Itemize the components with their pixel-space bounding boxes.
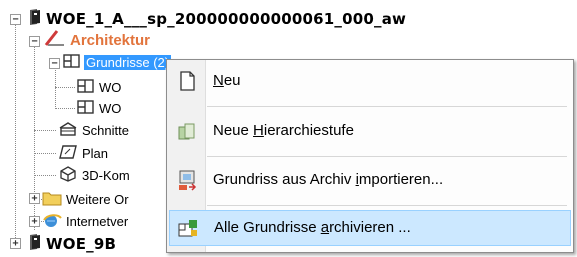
- plan-sheet-icon: [58, 144, 78, 164]
- tree-item-root2[interactable]: WOE_9B: [28, 234, 116, 254]
- menu-item-label: Neue Hierarchiestufe: [213, 122, 354, 139]
- blank-page-icon: [176, 70, 198, 92]
- tree-item-grundriss-1[interactable]: WO: [77, 78, 121, 97]
- project-icon: [28, 233, 42, 255]
- cube-icon: [58, 165, 78, 186]
- tree-item-label: Schnitte: [82, 123, 129, 138]
- menu-item-grundriss-importieren[interactable]: Grundriss aus Archiv importieren...: [169, 163, 571, 197]
- hierarchy-level-icon: [176, 120, 198, 142]
- tree-item-label: WOE_9B: [46, 235, 117, 253]
- floorplan-icon: [77, 78, 95, 98]
- menu-separator: [207, 156, 567, 157]
- tree-line: [34, 153, 56, 154]
- tree-item-label: 3D-Kom: [82, 168, 130, 183]
- tree-item-weitere-ordner[interactable]: Weitere Or: [42, 190, 129, 209]
- context-menu: Neu Neue Hierarchiestufe Grundriss aus A…: [166, 59, 574, 253]
- tree-line: [34, 175, 56, 176]
- menu-item-neu[interactable]: Neu: [169, 64, 571, 98]
- collapse-root-toggle[interactable]: −: [10, 14, 21, 25]
- section-icon: [58, 121, 78, 141]
- tree-item-internet[interactable]: Internetver: [42, 212, 128, 231]
- menu-item-label: Grundriss aus Archiv importieren...: [213, 171, 444, 188]
- collapse-architektur-toggle[interactable]: −: [29, 36, 40, 47]
- pencil-ruler-icon: [44, 29, 66, 51]
- tree-item-grundriss-2[interactable]: WO: [77, 99, 121, 118]
- tree-line: [55, 87, 75, 88]
- floorplan-icon: [77, 99, 95, 119]
- tree-item-label: Architektur: [70, 31, 151, 49]
- tree-item-schnitte[interactable]: Schnitte: [58, 121, 129, 140]
- menu-item-neue-hierarchiestufe[interactable]: Neue Hierarchiestufe: [169, 114, 571, 148]
- tree-item-plan[interactable]: Plan: [58, 144, 108, 163]
- tree-item-label: Plan: [82, 146, 109, 161]
- tree-item-root[interactable]: WOE_1_A___sp_200000000000061_000_aw: [28, 9, 406, 29]
- menu-item-label: Alle Grundrisse archivieren ...: [214, 219, 411, 236]
- tree-item-label: WOE_1_A___sp_200000000000061_000_aw: [46, 10, 407, 28]
- tree-item-3d-kommentar[interactable]: 3D-Kom: [58, 165, 130, 186]
- internet-globe-icon: [42, 212, 62, 232]
- floorplan-icon: [63, 53, 81, 73]
- tree-line: [55, 108, 75, 109]
- tree-line: [34, 130, 56, 131]
- tree-item-label: Weitere Or: [66, 192, 129, 207]
- expand-root2-toggle[interactable]: +: [10, 238, 21, 249]
- tree-item-architektur[interactable]: Architektur: [44, 30, 150, 50]
- archive-all-icon: [177, 217, 199, 239]
- expand-weitere-toggle[interactable]: +: [29, 193, 40, 204]
- collapse-grundrisse-toggle[interactable]: −: [49, 58, 60, 69]
- expand-internet-toggle[interactable]: +: [29, 216, 40, 227]
- menu-separator: [207, 106, 567, 107]
- tree-item-label: Grundrisse (2): [84, 55, 172, 70]
- tree-item-grundrisse[interactable]: Grundrisse (2): [63, 53, 172, 73]
- tree-line: [15, 20, 16, 244]
- tree-item-label: WO: [99, 80, 122, 95]
- menu-item-alle-grundrisse-archivieren[interactable]: Alle Grundrisse archivieren ...: [169, 210, 571, 246]
- folder-icon: [42, 190, 62, 210]
- menu-separator: [207, 205, 567, 206]
- menu-item-label: Neu: [213, 72, 241, 89]
- tree-item-label: WO: [99, 101, 122, 116]
- import-archive-icon: [176, 169, 198, 191]
- tree-item-label: Internetver: [66, 214, 129, 229]
- project-icon: [28, 8, 42, 30]
